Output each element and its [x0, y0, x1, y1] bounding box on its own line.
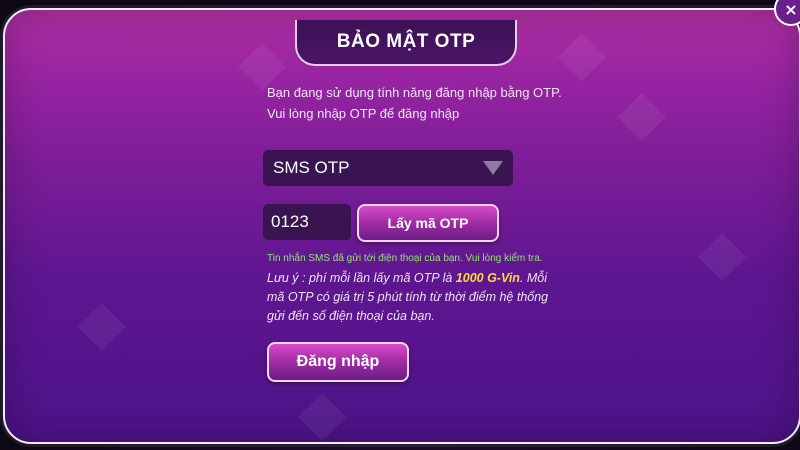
decor-diamond	[557, 32, 607, 82]
info-line-2: Vui lòng nhập OTP để đăng nhập	[267, 106, 460, 121]
decor-diamond	[617, 92, 667, 142]
otp-info-text: Bạn đang sử dụng tính năng đăng nhập bằn…	[267, 82, 562, 124]
fee-note-prefix: Lưu ý : phí mỗi lần lấy mã OTP là	[267, 271, 456, 285]
otp-code-input[interactable]	[263, 204, 351, 240]
chevron-down-icon	[483, 161, 503, 175]
fee-note: Lưu ý : phí mỗi lần lấy mã OTP là 1000 G…	[267, 269, 557, 326]
sms-sent-notice: Tin nhắn SMS đã gửi tới điện thoại của b…	[267, 253, 543, 264]
dialog-title: BẢO MẬT OTP	[295, 20, 517, 66]
otp-type-selected: SMS OTP	[273, 158, 350, 177]
get-otp-button[interactable]: Lấy mã OTP	[357, 204, 499, 242]
otp-type-select[interactable]: SMS OTP	[263, 150, 513, 186]
decor-diamond	[697, 232, 747, 282]
otp-dialog: BẢO MẬT OTP Bạn đang sử dụng tính năng đ…	[3, 8, 800, 444]
decor-diamond	[297, 392, 347, 442]
info-line-1: Bạn đang sử dụng tính năng đăng nhập bằn…	[267, 85, 562, 100]
decor-diamond	[77, 302, 127, 352]
login-button[interactable]: Đăng nhập	[267, 342, 409, 382]
fee-amount: 1000 G-Vin	[455, 271, 520, 285]
